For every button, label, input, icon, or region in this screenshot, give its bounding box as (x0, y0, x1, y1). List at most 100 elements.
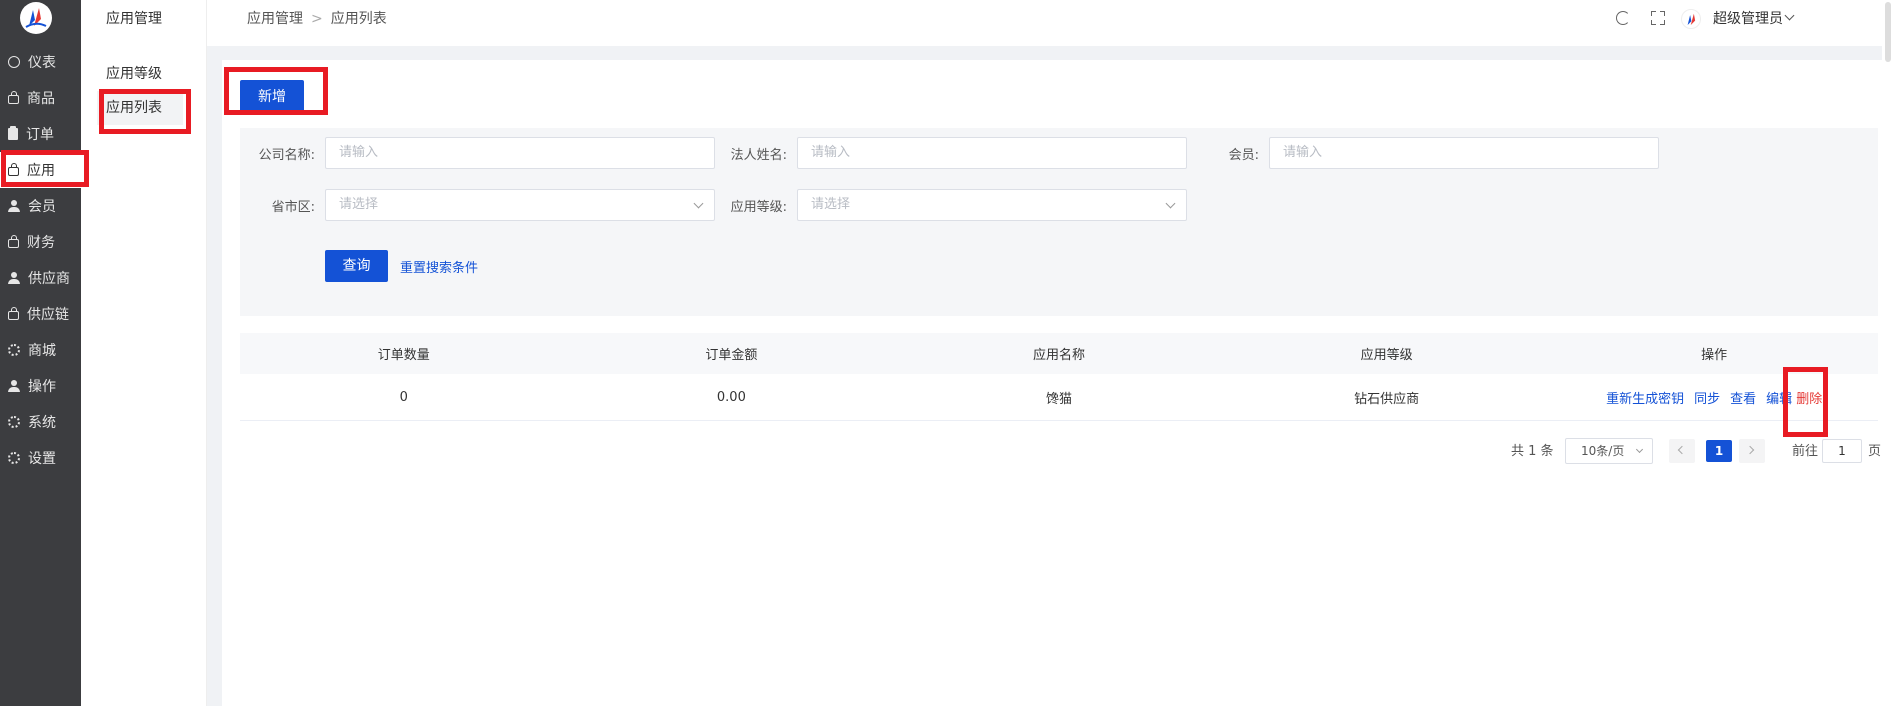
sidebar-item-label: 商城 (28, 343, 56, 359)
user-menu[interactable]: 超级管理员 (1713, 8, 1795, 28)
gear-icon (8, 452, 20, 464)
sidebar-item-label: 设置 (28, 451, 56, 467)
sidebar-item-finance[interactable]: 财务 (0, 224, 81, 260)
sidebar-item-label: 商品 (27, 91, 55, 107)
clipboard-icon (8, 126, 18, 140)
submenu-item-app-level[interactable]: 应用等级 (106, 63, 162, 83)
member-input[interactable]: 请输入 (1269, 137, 1659, 169)
pagination-total: 共 1 条 (1511, 444, 1554, 459)
bag-icon (8, 307, 19, 320)
user-icon (8, 200, 20, 212)
breadcrumb: 应用管理 > 应用列表 (247, 8, 387, 28)
sidebar-item-suppliers[interactable]: 供应商 (0, 260, 81, 296)
main-content: 新增 公司名称: 请输入 法人姓名: 请输入 会员: 请输入 省市区: 请选择 … (222, 60, 1882, 706)
goto-prefix: 前往 (1792, 444, 1819, 459)
sidebar-item-label: 会员 (28, 199, 56, 215)
table-row: 0 0.00 馋猫 钻石供应商 重新生成密钥 同步 查看 编辑 删除 (240, 374, 1878, 421)
sidebar-item-label: 订单 (26, 127, 54, 143)
refresh-icon[interactable] (1616, 11, 1630, 25)
order-amount-cell: 0.00 (716, 389, 746, 405)
reset-search-link[interactable]: 重置搜索条件 (400, 257, 478, 276)
member-label: 会员: (1228, 148, 1259, 163)
region-select[interactable]: 请选择 (325, 189, 715, 221)
search-panel: 公司名称: 请输入 法人姓名: 请输入 会员: 请输入 省市区: 请选择 应用等… (240, 128, 1878, 316)
sidebar-item-supply-chain[interactable]: 供应链 (0, 296, 81, 332)
sidebar-item-members[interactable]: 会员 (0, 188, 81, 224)
sub-menu: 应用管理 应用等级 应用列表 (81, 0, 207, 706)
sidebar-item-label: 供应链 (27, 307, 69, 323)
sync-link[interactable]: 同步 (1694, 388, 1720, 407)
bag-icon (8, 163, 19, 176)
app-level-placeholder: 请选择 (811, 197, 851, 212)
chevron-down-icon (693, 198, 704, 209)
query-button[interactable]: 查询 (325, 250, 388, 282)
legal-person-input[interactable]: 请输入 (797, 137, 1187, 169)
company-name-input[interactable]: 请输入 (325, 137, 715, 169)
main-sidebar: 仪表 商品 订单 应用 会员 财务 供应商 供应链 商城 操作 系统 设置 (0, 0, 81, 706)
user-icon (8, 272, 20, 284)
breadcrumb-item-current: 应用列表 (330, 11, 387, 27)
goto-suffix: 页 (1868, 444, 1882, 459)
submenu-title: 应用管理 (106, 11, 162, 27)
chevron-down-icon (1635, 445, 1644, 454)
sidebar-item-label: 操作 (28, 379, 56, 395)
sidebar-item-goods[interactable]: 商品 (0, 80, 81, 116)
goto-page-input[interactable]: 1 (1822, 439, 1862, 463)
user-icon (8, 380, 20, 392)
legal-person-label: 法人姓名: (730, 148, 787, 163)
delete-link[interactable]: 删除 (1796, 388, 1822, 407)
column-header: 应用名称 (1032, 348, 1085, 363)
region-label: 省市区: (271, 200, 315, 215)
table-header: 订单数量 订单金额 应用名称 应用等级 操作 (240, 333, 1878, 374)
breadcrumb-separator-icon: > (311, 11, 323, 27)
app-table: 订单数量 订单金额 应用名称 应用等级 操作 0 0.00 馋猫 钻石供应商 重… (240, 333, 1878, 421)
add-button[interactable]: 新增 (240, 80, 304, 112)
sidebar-item-mall[interactable]: 商城 (0, 332, 81, 368)
sidebar-item-settings[interactable]: 设置 (0, 440, 81, 476)
gear-icon (8, 416, 20, 428)
sidebar-item-dashboard[interactable]: 仪表 (0, 44, 81, 80)
app-name-cell: 馋猫 (1045, 391, 1072, 407)
region-placeholder: 请选择 (339, 197, 379, 212)
view-link[interactable]: 查看 (1730, 388, 1756, 407)
page-size-value: 10条/页 (1581, 444, 1625, 458)
regenerate-key-link[interactable]: 重新生成密钥 (1606, 388, 1684, 407)
sidebar-item-apps[interactable]: 应用 (0, 152, 81, 188)
scroll-thumb[interactable] (1885, 2, 1891, 62)
bag-icon (8, 91, 19, 104)
column-header: 操作 (1701, 348, 1728, 363)
company-name-label: 公司名称: (258, 148, 315, 163)
sidebar-item-system[interactable]: 系统 (0, 404, 81, 440)
order-count-cell: 0 (399, 389, 408, 405)
page-number-current[interactable]: 1 (1706, 440, 1732, 462)
user-name: 超级管理员 (1713, 11, 1783, 27)
top-header: 应用管理 > 应用列表 超级管理员 (207, 0, 1894, 46)
operations-cell: 重新生成密钥 同步 查看 编辑 删除 (1550, 374, 1878, 420)
bag-icon (8, 235, 19, 248)
edit-link[interactable]: 编辑 (1766, 388, 1792, 407)
sidebar-item-label: 系统 (28, 415, 56, 431)
chevron-right-icon (1745, 445, 1755, 455)
sidebar-item-label: 应用 (27, 163, 55, 179)
avatar[interactable] (1681, 9, 1701, 29)
chevron-down-icon (1784, 10, 1795, 21)
page-scrollbar[interactable] (1882, 0, 1894, 706)
breadcrumb-item[interactable]: 应用管理 (247, 11, 303, 27)
app-level-select[interactable]: 请选择 (797, 189, 1187, 221)
app-level-cell: 钻石供应商 (1354, 391, 1420, 407)
prev-page-button[interactable] (1669, 439, 1695, 463)
chevron-down-icon (1165, 198, 1176, 209)
fullscreen-icon[interactable] (1651, 11, 1665, 25)
chevron-left-icon (1677, 445, 1687, 455)
app-logo[interactable] (20, 2, 52, 34)
column-header: 订单数量 (377, 348, 430, 363)
next-page-button[interactable] (1739, 439, 1765, 463)
gear-icon (8, 344, 20, 356)
sidebar-item-orders[interactable]: 订单 (0, 116, 81, 152)
page-size-select[interactable]: 10条/页 (1565, 438, 1653, 464)
gauge-icon (8, 56, 20, 68)
sidebar-item-label: 供应商 (28, 271, 70, 287)
sidebar-item-operations[interactable]: 操作 (0, 368, 81, 404)
submenu-item-app-list[interactable]: 应用列表 (97, 91, 183, 125)
column-header: 应用等级 (1360, 348, 1413, 363)
